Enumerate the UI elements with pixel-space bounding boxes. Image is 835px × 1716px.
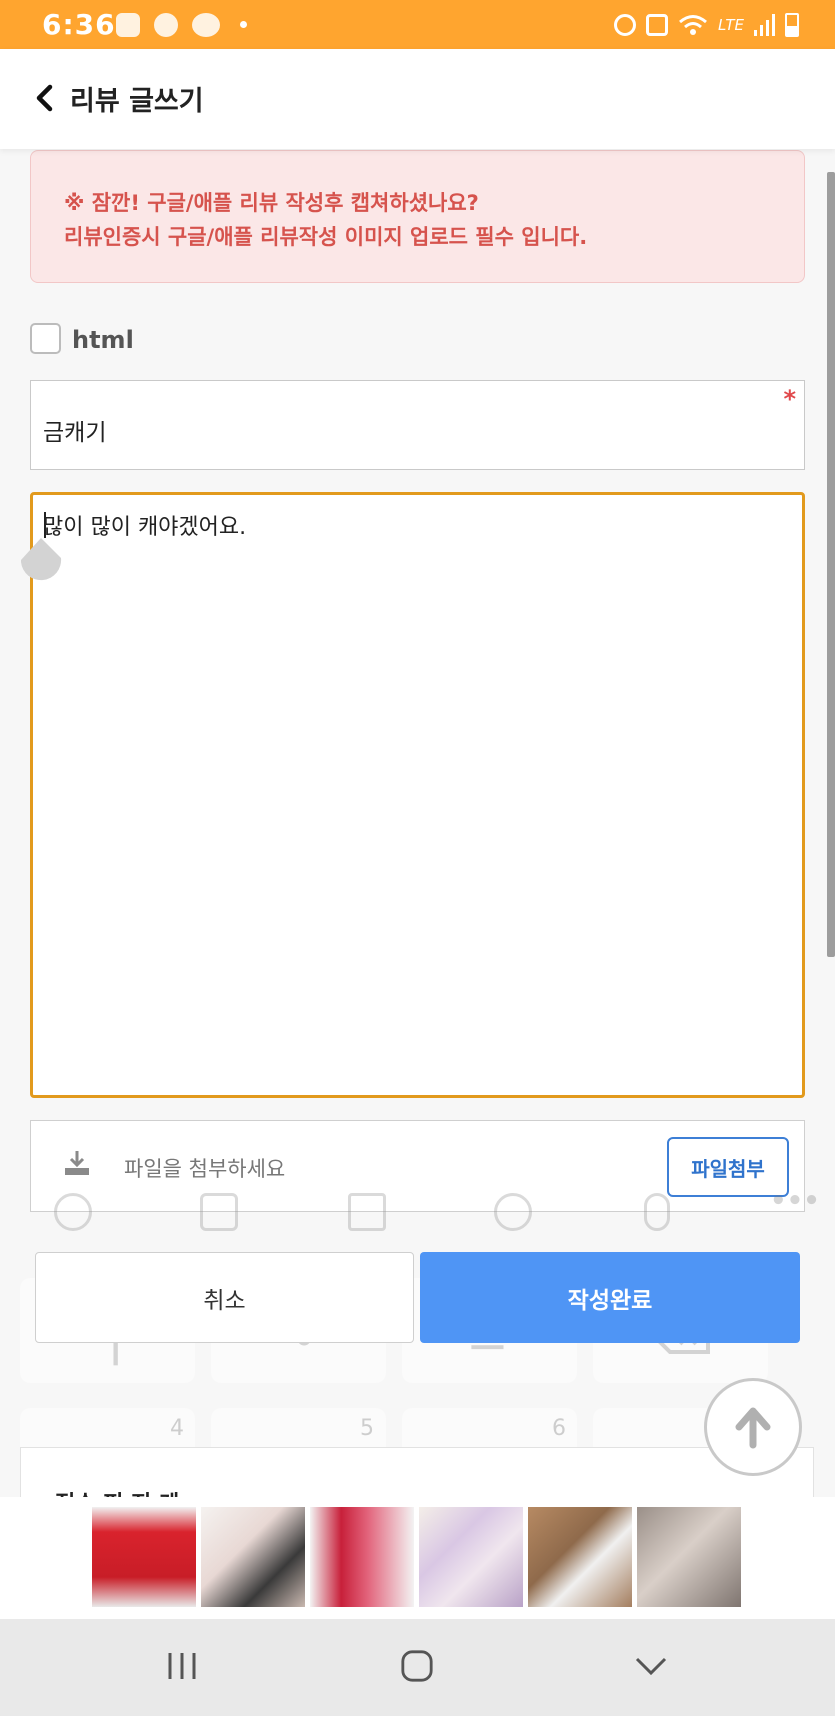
product-thumb-red-dress[interactable] <box>92 1507 196 1607</box>
home-icon[interactable] <box>399 1649 435 1683</box>
content-textarea[interactable]: 많이 많이 캐야겠어요. <box>30 492 805 1098</box>
cursor-handle[interactable] <box>21 538 62 582</box>
sticker-icon[interactable] <box>200 1193 238 1231</box>
content-value: 많이 많이 캐야겠어요. <box>43 515 247 540</box>
status-indicators: LTE <box>614 10 799 40</box>
c-notification-icon <box>154 13 178 37</box>
system-nav-bar <box>0 1619 835 1716</box>
notice-line-2: 리뷰인증시 구글/애플 리뷰작성 이미지 업로드 필수 입니다. <box>64 225 588 249</box>
eats-notification-icon <box>192 13 220 37</box>
recent-apps-icon[interactable] <box>165 1649 199 1683</box>
gif-icon[interactable] <box>348 1193 386 1231</box>
chevron-down-icon[interactable] <box>633 1649 669 1683</box>
html-checkbox[interactable] <box>30 323 61 354</box>
subject-field[interactable]: 금캐기 * <box>30 380 805 470</box>
emoji-icon[interactable] <box>54 1193 92 1231</box>
scroll-to-top-button[interactable] <box>704 1378 802 1476</box>
page-scrollbar[interactable] <box>827 172 835 957</box>
required-mark: * <box>783 385 796 413</box>
app-header: 리뷰 글쓰기 <box>0 49 835 149</box>
cancel-button[interactable]: 취소 <box>35 1252 414 1343</box>
key-hint-4: 4 <box>170 1416 184 1441</box>
arrow-up-icon <box>735 1407 771 1449</box>
product-image-strip <box>0 1497 835 1619</box>
battery-icon <box>785 13 799 37</box>
subject-value: 금캐기 <box>43 420 107 446</box>
html-checkbox-label[interactable]: html <box>72 326 134 354</box>
back-arrow-icon[interactable] <box>30 83 60 113</box>
page-title: 리뷰 글쓰기 <box>70 86 204 117</box>
network-type: LTE <box>718 16 744 34</box>
key-hint-6: 6 <box>552 1416 566 1441</box>
status-time: 6:36 <box>42 8 116 41</box>
battery-saver-icon <box>646 14 669 36</box>
product-thumb-ring[interactable] <box>637 1507 741 1607</box>
notice-line-1: ※ 잠깐! 구글/애플 리뷰 작성후 캡쳐하셨나요? <box>64 191 479 215</box>
product-thumb-red-pants[interactable] <box>310 1507 414 1607</box>
wifi-icon <box>679 15 707 35</box>
alarm-icon <box>614 14 637 36</box>
settings-gear-icon[interactable] <box>494 1193 532 1231</box>
submit-button[interactable]: 작성완료 <box>420 1252 800 1343</box>
product-thumb-feather-hat[interactable] <box>201 1507 305 1607</box>
product-thumb-floral-dress[interactable] <box>419 1507 523 1607</box>
more-notifications-icon <box>240 21 247 28</box>
signal-icon <box>754 14 775 36</box>
more-options-icon[interactable]: ••• <box>770 1186 820 1216</box>
product-thumb-white-boots[interactable] <box>528 1507 632 1607</box>
text-caret <box>44 512 46 538</box>
key-hint-5: 5 <box>360 1416 374 1441</box>
status-bar: 6:36 LTE <box>0 0 835 49</box>
microphone-icon[interactable] <box>644 1193 670 1231</box>
app-notification-icon <box>116 13 140 37</box>
review-notice: ※ 잠깐! 구글/애플 리뷰 작성후 캡쳐하셨나요? 리뷰인증시 구글/애플 리… <box>30 150 805 283</box>
